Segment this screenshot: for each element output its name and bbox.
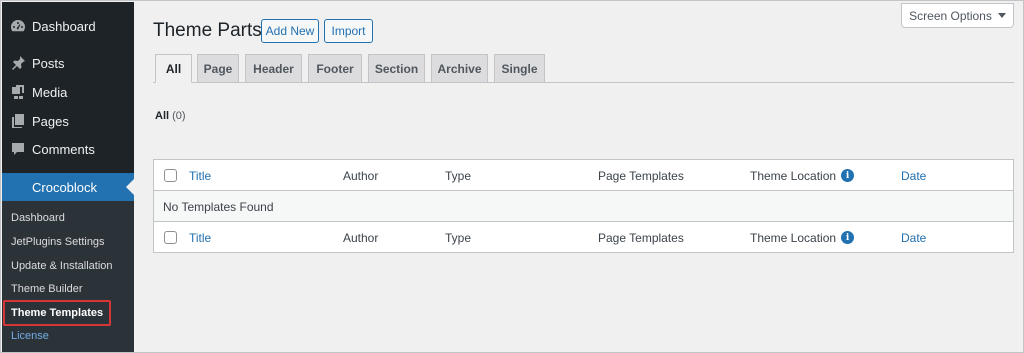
- select-all-checkbox-footer[interactable]: [164, 231, 177, 244]
- submenu-item-jetplugins-settings[interactable]: JetPlugins Settings: [11, 236, 105, 248]
- table-header-row: Title Author Type Page Templates Theme L…: [154, 160, 1013, 191]
- highlight-annotation-box: [3, 300, 111, 326]
- submenu-item-update-installation[interactable]: Update & Installation: [11, 260, 113, 272]
- tab-page[interactable]: Page: [197, 54, 239, 83]
- menu-item-crocoblock[interactable]: Crocoblock: [2, 173, 134, 201]
- column-theme-location-label: Theme Location: [750, 230, 837, 245]
- column-author: Author: [343, 230, 379, 245]
- comment-icon: [2, 141, 32, 157]
- column-title[interactable]: Title: [189, 222, 211, 253]
- select-all-checkbox[interactable]: [164, 169, 177, 182]
- tab-single[interactable]: Single: [494, 54, 545, 83]
- menu-label: Pages: [32, 113, 69, 129]
- add-new-button[interactable]: Add New: [261, 19, 319, 43]
- menu-label: Posts: [32, 55, 65, 71]
- menu-item-pages[interactable]: Pages: [2, 107, 134, 135]
- column-theme-location: Theme Location i: [750, 222, 855, 253]
- screen-options-label: Screen Options: [909, 8, 992, 23]
- filter-label: All: [155, 110, 170, 122]
- active-menu-arrow: [126, 179, 134, 195]
- menu-item-dashboard[interactable]: Dashboard: [2, 12, 134, 40]
- menu-item-posts[interactable]: Posts: [2, 49, 134, 77]
- main-content: Theme Parts Add New Import Screen Option…: [134, 2, 1023, 352]
- tab-footer[interactable]: Footer: [308, 54, 362, 83]
- menu-label: Media: [32, 84, 68, 100]
- crocoblock-icon: [2, 179, 32, 195]
- tab-section[interactable]: Section: [368, 54, 425, 83]
- pages-icon: [2, 113, 32, 129]
- filter-count: (0): [172, 110, 186, 122]
- column-theme-location-label: Theme Location: [750, 168, 837, 183]
- crocoblock-submenu: Dashboard JetPlugins Settings Update & I…: [2, 201, 134, 352]
- info-icon[interactable]: i: [841, 169, 855, 182]
- menu-label: Crocoblock: [32, 179, 98, 195]
- column-type: Type: [445, 168, 472, 183]
- caret-down-icon: [997, 13, 1006, 18]
- page-title: Theme Parts: [153, 20, 262, 41]
- tab-header[interactable]: Header: [245, 54, 302, 83]
- admin-sidebar: Dashboard Posts Media Pages Comments Cro…: [2, 2, 134, 352]
- dashboard-icon: [2, 18, 32, 34]
- column-title[interactable]: Title: [189, 160, 211, 191]
- column-type: Type: [445, 230, 472, 245]
- column-date[interactable]: Date: [901, 222, 926, 253]
- info-icon[interactable]: i: [841, 231, 855, 244]
- menu-label: Dashboard: [32, 18, 96, 34]
- column-author: Author: [343, 168, 379, 183]
- media-icon: [2, 84, 32, 100]
- column-theme-location: Theme Location i: [750, 160, 855, 191]
- submenu-item-license[interactable]: License: [11, 330, 49, 342]
- app-window: Dashboard Posts Media Pages Comments Cro…: [0, 0, 1024, 353]
- menu-item-comments[interactable]: Comments: [2, 135, 134, 163]
- menu-label: Comments: [32, 141, 95, 157]
- import-button[interactable]: Import: [324, 19, 373, 43]
- empty-row: No Templates Found: [154, 191, 1013, 222]
- screen-options-button[interactable]: Screen Options: [901, 3, 1014, 28]
- filter-all-link[interactable]: All (0): [155, 110, 186, 122]
- submenu-item-theme-builder[interactable]: Theme Builder: [11, 283, 83, 295]
- column-date[interactable]: Date: [901, 160, 926, 191]
- column-page-templates: Page Templates: [598, 168, 684, 183]
- tab-archive[interactable]: Archive: [431, 54, 488, 83]
- pin-icon: [2, 55, 32, 71]
- tab-all[interactable]: All: [155, 54, 192, 83]
- menu-item-media[interactable]: Media: [2, 78, 134, 106]
- submenu-item-dashboard[interactable]: Dashboard: [11, 212, 65, 224]
- table-footer-row: Title Author Type Page Templates Theme L…: [154, 222, 1013, 253]
- empty-message: No Templates Found: [163, 199, 274, 214]
- templates-table: Title Author Type Page Templates Theme L…: [153, 159, 1014, 253]
- column-page-templates: Page Templates: [598, 230, 684, 245]
